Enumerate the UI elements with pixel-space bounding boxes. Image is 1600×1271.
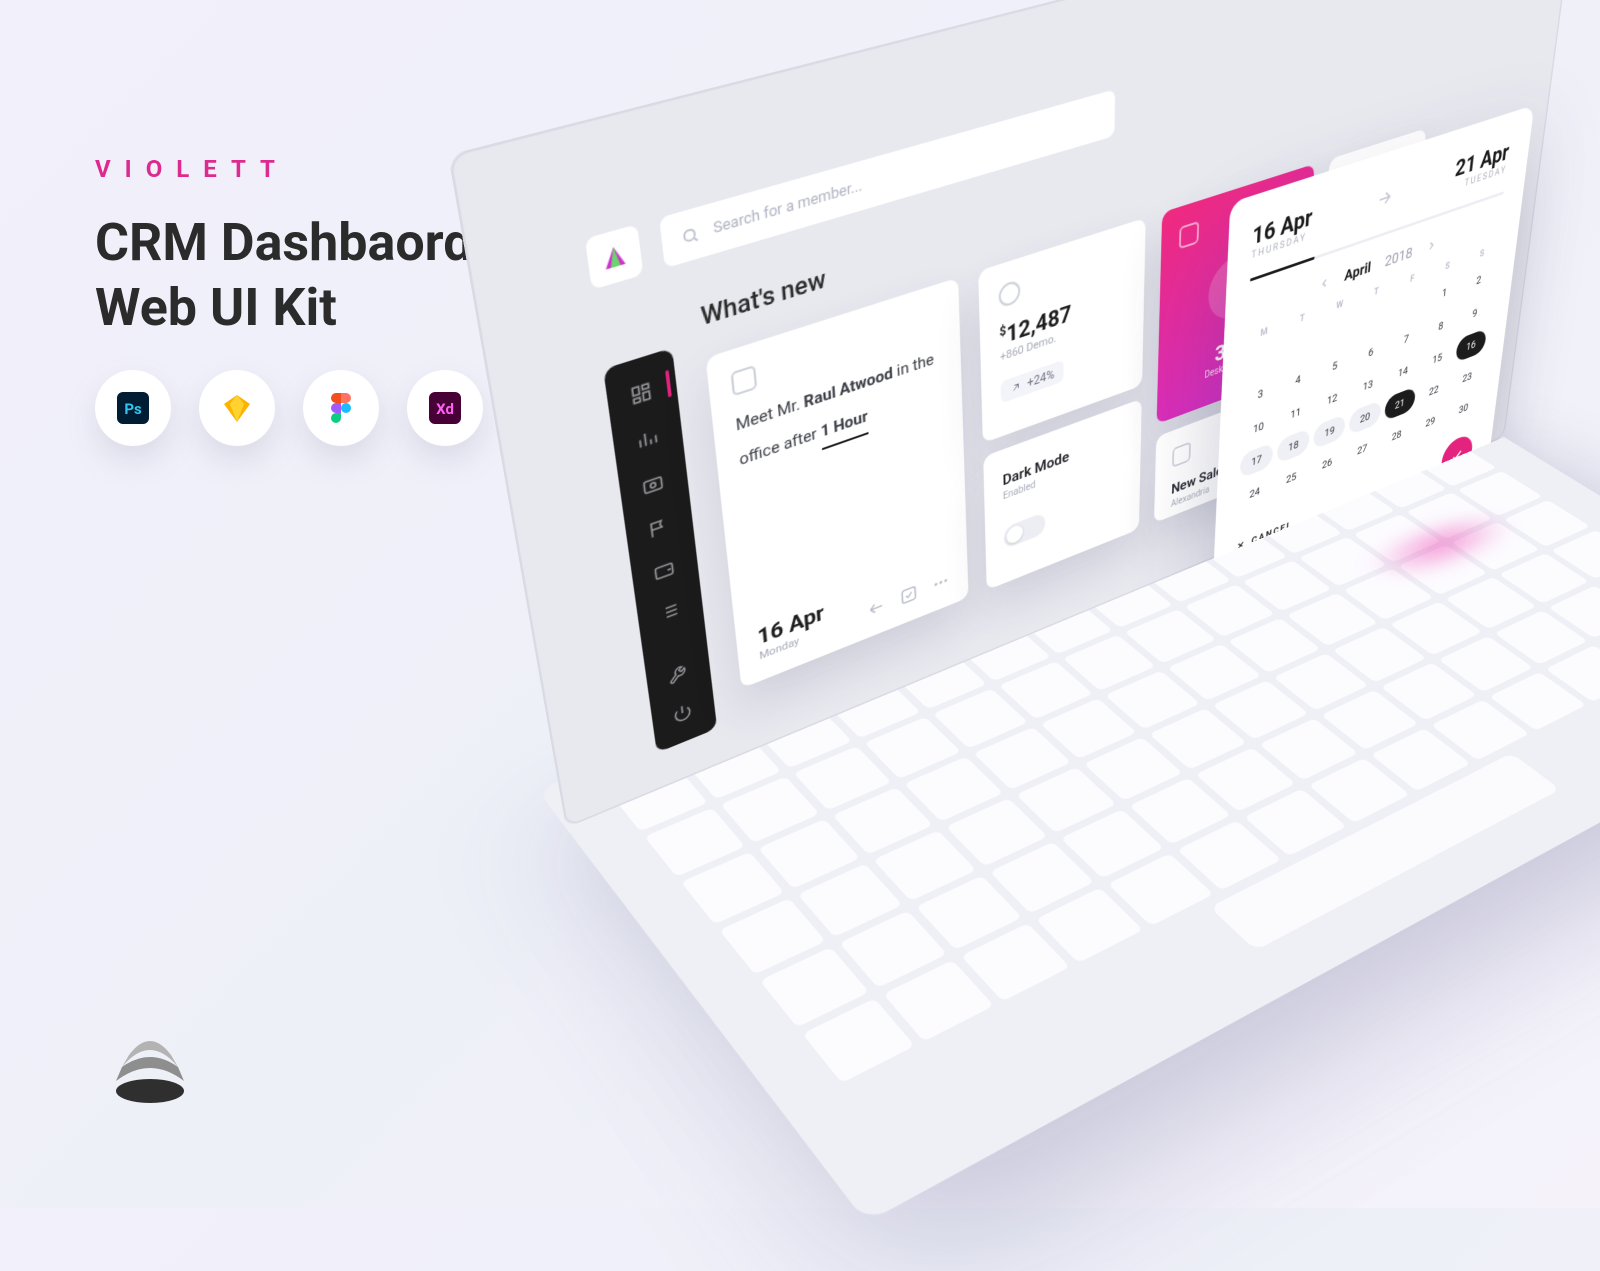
crown-logo <box>95 1003 205 1113</box>
sidebar-item-media[interactable] <box>641 471 666 498</box>
title-line-1: CRM Dashbaord <box>95 212 473 273</box>
calendar-day[interactable]: 15 <box>1421 341 1453 376</box>
prev-month-button[interactable] <box>1318 274 1330 291</box>
calendar-day[interactable]: 5 <box>1318 348 1352 385</box>
calendar-day[interactable]: 3 <box>1243 375 1278 412</box>
task-card[interactable]: Meet Mr. Raul Atwood in the office after… <box>706 277 969 688</box>
next-month-button[interactable] <box>1426 237 1438 254</box>
calendar-day[interactable]: 13 <box>1351 367 1384 403</box>
calendar-month: April <box>1344 258 1372 285</box>
card-icon <box>731 365 758 397</box>
calendar-day[interactable]: 19 <box>1313 414 1346 450</box>
calendar-day[interactable]: 29 <box>1415 405 1447 440</box>
sidebar-item-flag[interactable] <box>647 514 672 540</box>
calendar-day[interactable]: 22 <box>1418 373 1450 408</box>
sparkles-icon <box>1172 441 1191 468</box>
calendar-day[interactable]: 21 <box>1384 386 1416 421</box>
page-title: CRM Dashbaord Web UI Kit <box>95 210 473 340</box>
calendar-day[interactable]: 18 <box>1277 428 1310 464</box>
calendar-day[interactable]: 6 <box>1354 334 1387 370</box>
calendar-day[interactable]: 28 <box>1381 418 1413 453</box>
sidebar-item-list[interactable] <box>658 598 682 624</box>
title-line-2: Web UI Kit <box>95 277 337 338</box>
calendar-day[interactable]: 17 <box>1240 442 1274 479</box>
sketch-icon <box>199 370 275 446</box>
svg-text:Ps: Ps <box>124 400 142 418</box>
calendar-grid: MTWTFSS123456789101112131415161718192021… <box>1238 244 1497 511</box>
calendar-day[interactable]: 23 <box>1451 360 1483 395</box>
calendar-day[interactable]: 24 <box>1238 474 1272 511</box>
calendar-day[interactable]: 9 <box>1459 296 1491 331</box>
sidebar-item-analytics[interactable] <box>635 426 661 453</box>
calendar-day[interactable]: 30 <box>1448 391 1479 425</box>
photoshop-icon: Ps <box>95 370 171 446</box>
search-input[interactable]: Search for a member... <box>659 89 1115 268</box>
calendar-day[interactable]: 11 <box>1279 395 1313 432</box>
calendar-year: 2018 <box>1384 243 1413 270</box>
sidebar-item-wallet[interactable] <box>653 557 677 583</box>
calendar-day[interactable]: 27 <box>1346 432 1378 467</box>
brand-label: VIOLETT <box>95 155 289 183</box>
calendar-day[interactable]: 26 <box>1311 446 1344 482</box>
section-heading: What's new <box>700 266 827 333</box>
arrow-right-icon <box>1375 184 1394 211</box>
expand-icon <box>1179 221 1199 250</box>
calendar-day[interactable]: 14 <box>1387 354 1420 390</box>
calendar-day[interactable]: 20 <box>1349 400 1382 436</box>
sidebar <box>603 348 717 753</box>
calendar-day[interactable]: 8 <box>1425 308 1458 344</box>
search-icon <box>680 224 700 247</box>
share-icon[interactable] <box>867 596 885 619</box>
calendar-day[interactable]: 25 <box>1275 460 1308 496</box>
sidebar-item-power[interactable] <box>672 700 695 725</box>
revenue-trend: +24% <box>1001 360 1064 404</box>
check-icon[interactable] <box>900 584 918 607</box>
darkmode-toggle[interactable] <box>1004 512 1046 550</box>
calendar-day[interactable]: 4 <box>1281 361 1315 398</box>
calendar-day[interactable]: 7 <box>1390 321 1423 357</box>
calendar-day[interactable]: 2 <box>1463 262 1496 297</box>
app-logo[interactable] <box>585 224 644 290</box>
calendar-day[interactable]: 1 <box>1428 275 1461 311</box>
figma-icon <box>303 370 379 446</box>
search-placeholder: Search for a member... <box>712 177 862 238</box>
trend-up-icon <box>1010 380 1022 396</box>
calendar-day[interactable]: 16 <box>1455 328 1487 363</box>
task-countdown: 1 Hour <box>820 405 869 450</box>
more-icon[interactable] <box>932 571 949 594</box>
task-body: Meet Mr. Raul Atwood in the office after… <box>735 345 943 478</box>
clock-icon <box>999 279 1021 309</box>
calendar-day[interactable]: 10 <box>1241 409 1275 446</box>
sidebar-item-settings[interactable] <box>667 662 690 687</box>
sidebar-item-dashboard[interactable] <box>629 379 655 407</box>
calendar-day[interactable]: 12 <box>1315 381 1348 417</box>
